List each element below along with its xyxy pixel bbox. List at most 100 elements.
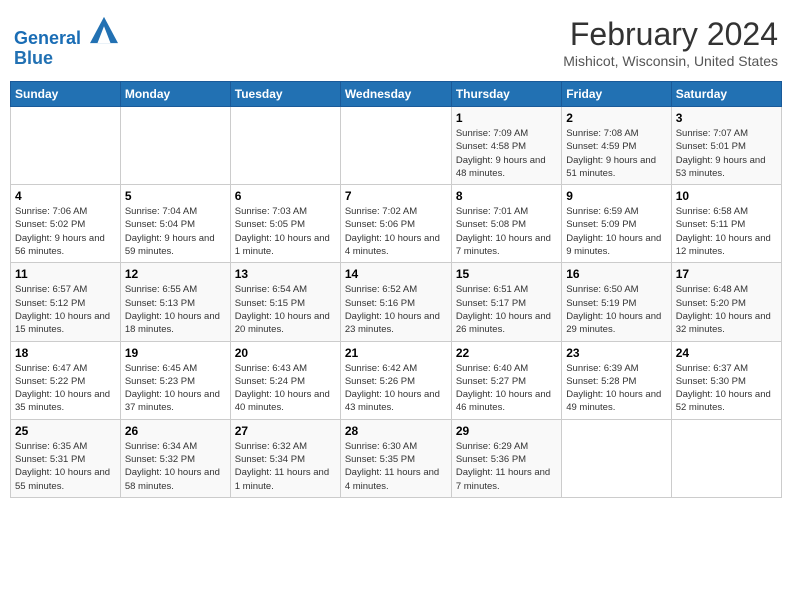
day-info: Sunrise: 6:45 AMSunset: 5:23 PMDaylight:… [125,362,226,415]
day-number: 2 [566,111,666,125]
calendar-cell: 9Sunrise: 6:59 AMSunset: 5:09 PMDaylight… [562,185,671,263]
day-info: Sunrise: 6:43 AMSunset: 5:24 PMDaylight:… [235,362,336,415]
calendar-cell [340,107,451,185]
day-number: 7 [345,189,447,203]
day-number: 14 [345,267,447,281]
day-info: Sunrise: 6:29 AMSunset: 5:36 PMDaylight:… [456,440,557,493]
day-info: Sunrise: 7:06 AMSunset: 5:02 PMDaylight:… [15,205,116,258]
calendar-cell: 20 Sunrise: 6:43 AMSunset: 5:24 PMDayligh… [230,341,340,419]
calendar-cell: 25Sunrise: 6:35 AMSunset: 5:31 PMDayligh… [11,419,121,497]
day-info: Sunrise: 6:34 AMSunset: 5:32 PMDaylight:… [125,440,226,493]
calendar-cell: 13 Sunrise: 6:54 AMSunset: 5:15 PMDayligh… [230,263,340,341]
weekday-header-tuesday: Tuesday [230,82,340,107]
day-number: 25 [15,424,116,438]
day-number: 17 [676,267,777,281]
day-number: 20 [235,346,336,360]
day-number: 3 [676,111,777,125]
calendar-body: 1 Sunrise: 7:09 AMSunset: 4:58 PMDaylight… [11,107,782,498]
day-number: 26 [125,424,226,438]
calendar-header: SundayMondayTuesdayWednesdayThursdayFrid… [11,82,782,107]
calendar-cell: 3Sunrise: 7:07 AMSunset: 5:01 PMDaylight… [671,107,781,185]
day-info: Sunrise: 6:58 AMSunset: 5:11 PMDaylight:… [676,205,777,258]
calendar-week-2: 4Sunrise: 7:06 AMSunset: 5:02 PMDaylight… [11,185,782,263]
calendar-cell: 6Sunrise: 7:03 AMSunset: 5:05 PMDaylight… [230,185,340,263]
day-number: 29 [456,424,557,438]
logo-icon [90,16,118,44]
weekday-header-thursday: Thursday [451,82,561,107]
day-number: 6 [235,189,336,203]
day-info: Sunrise: 6:54 AMSunset: 5:15 PMDaylight:… [235,283,336,336]
calendar-cell: 17 Sunrise: 6:48 AMSunset: 5:20 PMDayligh… [671,263,781,341]
day-info: Sunrise: 6:32 AMSunset: 5:34 PMDaylight:… [235,440,336,493]
calendar-cell: 21 Sunrise: 6:42 AMSunset: 5:26 PMDayligh… [340,341,451,419]
day-number: 5 [125,189,226,203]
day-info: Sunrise: 6:39 AMSunset: 5:28 PMDaylight:… [566,362,666,415]
day-number: 22 [456,346,557,360]
calendar-cell: 10 Sunrise: 6:58 AMSunset: 5:11 PMDayligh… [671,185,781,263]
calendar-cell: 7 Sunrise: 7:02 AMSunset: 5:06 PMDaylight… [340,185,451,263]
day-info: Sunrise: 6:47 AMSunset: 5:22 PMDaylight:… [15,362,116,415]
calendar-cell [562,419,671,497]
calendar-cell: 18 Sunrise: 6:47 AMSunset: 5:22 PMDayligh… [11,341,121,419]
day-number: 11 [15,267,116,281]
weekday-header-sunday: Sunday [11,82,121,107]
day-info: Sunrise: 6:37 AMSunset: 5:30 PMDaylight:… [676,362,777,415]
day-number: 19 [125,346,226,360]
weekday-header-monday: Monday [120,82,230,107]
day-number: 18 [15,346,116,360]
logo: General Blue [14,16,118,69]
day-number: 27 [235,424,336,438]
day-number: 12 [125,267,226,281]
day-number: 13 [235,267,336,281]
calendar-cell: 19 Sunrise: 6:45 AMSunset: 5:23 PMDayligh… [120,341,230,419]
day-info: Sunrise: 6:50 AMSunset: 5:19 PMDaylight:… [566,283,666,336]
logo-text: General [14,16,118,49]
day-number: 15 [456,267,557,281]
calendar-cell: 2 Sunrise: 7:08 AMSunset: 4:59 PMDaylight… [562,107,671,185]
day-info: Sunrise: 6:48 AMSunset: 5:20 PMDaylight:… [676,283,777,336]
day-number: 10 [676,189,777,203]
calendar-table: SundayMondayTuesdayWednesdayThursdayFrid… [10,81,782,498]
calendar-cell: 24 Sunrise: 6:37 AMSunset: 5:30 PMDayligh… [671,341,781,419]
day-info: Sunrise: 7:01 AMSunset: 5:08 PMDaylight:… [456,205,557,258]
day-number: 21 [345,346,447,360]
day-info: Sunrise: 6:30 AMSunset: 5:35 PMDaylight:… [345,440,447,493]
day-number: 24 [676,346,777,360]
day-number: 9 [566,189,666,203]
calendar-cell: 23 Sunrise: 6:39 AMSunset: 5:28 PMDayligh… [562,341,671,419]
calendar-week-3: 11Sunrise: 6:57 AMSunset: 5:12 PMDayligh… [11,263,782,341]
day-number: 23 [566,346,666,360]
weekday-header-friday: Friday [562,82,671,107]
calendar-cell: 22 Sunrise: 6:40 AMSunset: 5:27 PMDayligh… [451,341,561,419]
day-info: Sunrise: 6:40 AMSunset: 5:27 PMDaylight:… [456,362,557,415]
logo-blue: Blue [14,49,118,69]
calendar-cell [11,107,121,185]
weekday-header-row: SundayMondayTuesdayWednesdayThursdayFrid… [11,82,782,107]
calendar-cell: 28 Sunrise: 6:30 AMSunset: 5:35 PMDayligh… [340,419,451,497]
main-title: February 2024 [563,16,778,53]
page-header: General Blue February 2024 Mishicot, Wis… [10,10,782,75]
day-info: Sunrise: 6:55 AMSunset: 5:13 PMDaylight:… [125,283,226,336]
day-number: 1 [456,111,557,125]
day-info: Sunrise: 7:08 AMSunset: 4:59 PMDaylight:… [566,127,666,180]
calendar-cell: 29 Sunrise: 6:29 AMSunset: 5:36 PMDayligh… [451,419,561,497]
day-number: 28 [345,424,447,438]
day-info: Sunrise: 7:09 AMSunset: 4:58 PMDaylight:… [456,127,557,180]
day-number: 16 [566,267,666,281]
day-number: 8 [456,189,557,203]
day-info: Sunrise: 7:02 AMSunset: 5:06 PMDaylight:… [345,205,447,258]
calendar-cell: 14 Sunrise: 6:52 AMSunset: 5:16 PMDayligh… [340,263,451,341]
day-info: Sunrise: 6:42 AMSunset: 5:26 PMDaylight:… [345,362,447,415]
calendar-cell: 15Sunrise: 6:51 AMSunset: 5:17 PMDayligh… [451,263,561,341]
day-info: Sunrise: 6:52 AMSunset: 5:16 PMDaylight:… [345,283,447,336]
calendar-cell: 27 Sunrise: 6:32 AMSunset: 5:34 PMDayligh… [230,419,340,497]
logo-general: General [14,28,81,48]
calendar-cell: 1 Sunrise: 7:09 AMSunset: 4:58 PMDaylight… [451,107,561,185]
calendar-cell: 5 Sunrise: 7:04 AMSunset: 5:04 PMDaylight… [120,185,230,263]
calendar-week-5: 25Sunrise: 6:35 AMSunset: 5:31 PMDayligh… [11,419,782,497]
calendar-cell [230,107,340,185]
day-info: Sunrise: 7:04 AMSunset: 5:04 PMDaylight:… [125,205,226,258]
calendar-cell: 4Sunrise: 7:06 AMSunset: 5:02 PMDaylight… [11,185,121,263]
calendar-cell: 11Sunrise: 6:57 AMSunset: 5:12 PMDayligh… [11,263,121,341]
calendar-cell: 8 Sunrise: 7:01 AMSunset: 5:08 PMDaylight… [451,185,561,263]
